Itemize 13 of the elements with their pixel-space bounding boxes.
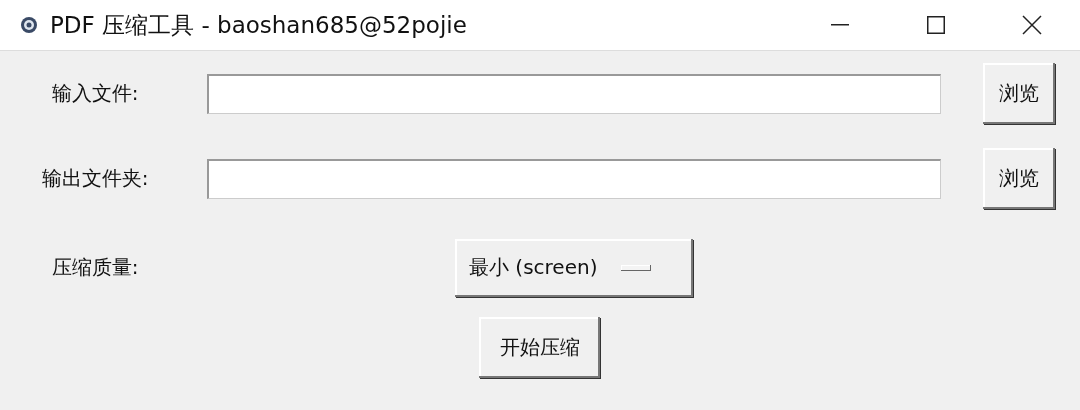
start-button[interactable]: 开始压缩 — [479, 317, 600, 378]
field-label: 压缩质量: — [50, 254, 140, 281]
browse-button[interactable]: 浏览 — [983, 148, 1055, 209]
maximize-icon[interactable] — [927, 16, 945, 34]
minimize-icon[interactable] — [831, 24, 849, 26]
path-field[interactable] — [207, 158, 941, 199]
browse-button[interactable]: 浏览 — [983, 63, 1055, 124]
close-icon[interactable] — [1022, 15, 1042, 35]
window-title: PDF 压缩工具 - baoshan685@52pojie — [50, 10, 468, 40]
path-field[interactable] — [207, 73, 941, 114]
quality-dropdown[interactable]: 最小 (screen) — [455, 238, 693, 297]
field-label: 输入文件: — [50, 80, 140, 107]
field-label: 输出文件夹: — [40, 165, 150, 192]
